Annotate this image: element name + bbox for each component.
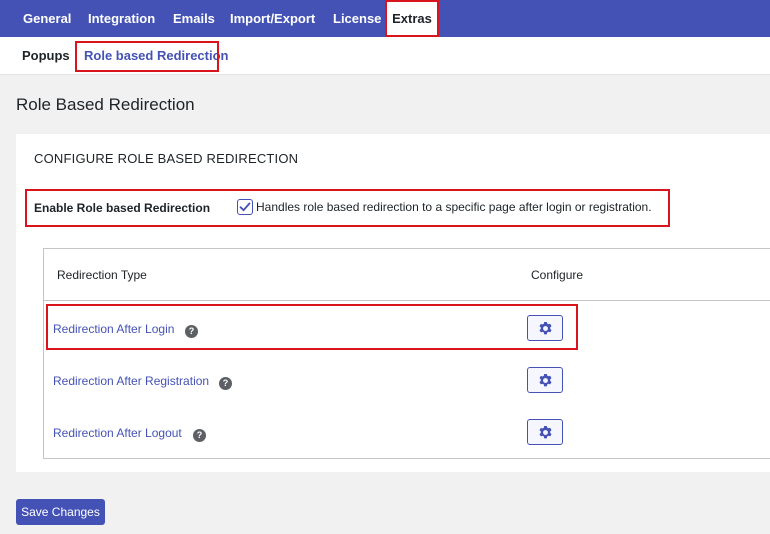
help-icon[interactable]: ? xyxy=(185,325,198,338)
enable-redirection-checkbox[interactable] xyxy=(237,199,253,215)
enable-redirection-description: Handles role based redirection to a spec… xyxy=(256,200,652,214)
save-changes-button[interactable]: Save Changes xyxy=(16,499,105,525)
tab-extras[interactable]: Extras xyxy=(386,0,438,37)
section-title: CONFIGURE ROLE BASED REDIRECTION xyxy=(34,151,299,166)
page-title: Role Based Redirection xyxy=(16,95,195,114)
table-header: Redirection Type Configure xyxy=(44,249,770,301)
redirection-after-login-link[interactable]: Redirection After Login xyxy=(53,322,174,336)
tab-emails[interactable]: Emails xyxy=(173,0,215,37)
subtab-role-based-redirection[interactable]: Role based Redirection xyxy=(84,37,228,75)
help-icon[interactable]: ? xyxy=(193,429,206,442)
gear-icon xyxy=(539,373,552,387)
redirection-after-logout-link[interactable]: Redirection After Logout xyxy=(53,426,182,440)
checkmark-icon xyxy=(239,202,251,212)
configure-registration-button[interactable] xyxy=(527,367,563,393)
header-redirection-type: Redirection Type xyxy=(57,268,147,282)
header-configure: Configure xyxy=(531,268,584,282)
enable-redirection-label: Enable Role based Redirection xyxy=(34,201,211,215)
gear-icon xyxy=(539,321,552,335)
top-nav: General Integration Emails Import/Export… xyxy=(0,0,770,37)
help-icon[interactable]: ? xyxy=(219,377,232,390)
tab-general[interactable]: General xyxy=(23,0,71,37)
gear-icon xyxy=(539,425,552,439)
table-row: Redirection After Registration ? xyxy=(44,354,770,406)
table-row: Redirection After Logout ? xyxy=(44,406,770,458)
configure-logout-button[interactable] xyxy=(527,419,563,445)
sub-nav: Popups Role based Redirection xyxy=(0,37,770,75)
redirection-after-registration-link[interactable]: Redirection After Registration xyxy=(53,374,209,388)
settings-card: CONFIGURE ROLE BASED REDIRECTION Enable … xyxy=(16,134,770,472)
subtab-popups[interactable]: Popups xyxy=(22,37,70,75)
tab-integration[interactable]: Integration xyxy=(88,0,155,37)
tab-license[interactable]: License xyxy=(333,0,381,37)
tab-import-export[interactable]: Import/Export xyxy=(230,0,315,37)
table-row: Redirection After Login ? xyxy=(44,302,770,354)
redirection-table: Redirection Type Configure Redirection A… xyxy=(43,248,770,459)
configure-login-button[interactable] xyxy=(527,315,563,341)
